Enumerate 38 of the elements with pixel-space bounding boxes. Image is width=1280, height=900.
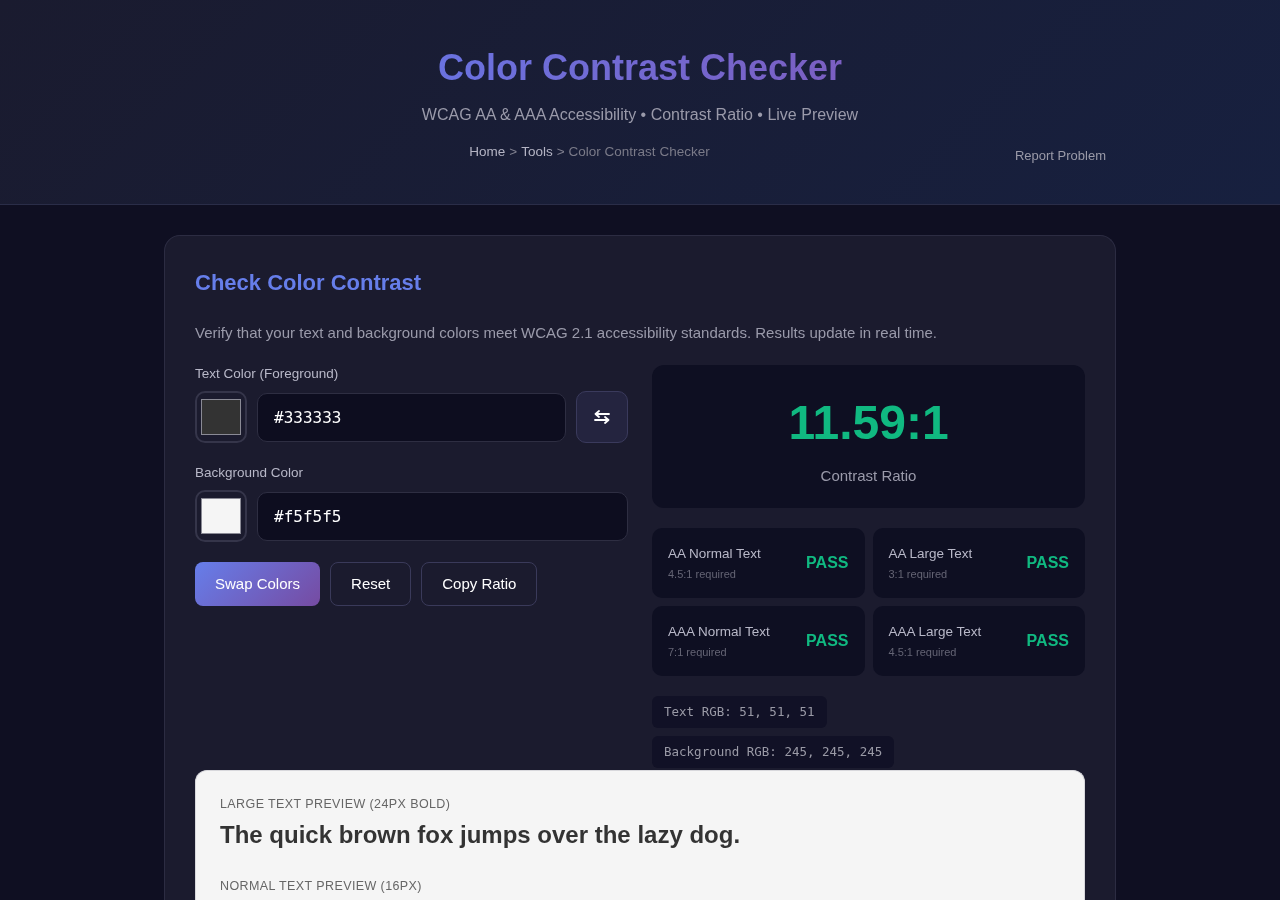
hex-color-field[interactable]: #333333 xyxy=(257,392,566,442)
section-title: Check Color Contrast xyxy=(195,269,423,297)
hex-color-field[interactable]: #f5f5f5 xyxy=(257,491,628,541)
preview-label: LARGE TEXT PREVIEW (24PX BOLD) xyxy=(220,796,452,813)
color-picker[interactable] xyxy=(195,490,247,542)
result-name: AA Large Text xyxy=(888,545,973,562)
swap-button[interactable] xyxy=(576,391,628,443)
rgb-readout: Text RGB: 51, 51, 51 xyxy=(652,696,827,728)
breadcrumb-current: Color Contrast Checker xyxy=(568,143,710,161)
result-status: PASS xyxy=(1026,553,1069,573)
contrast-ratio-caption: Contrast Ratio xyxy=(820,466,917,486)
result-requirement: 7:1 required xyxy=(668,645,728,659)
action-button[interactable]: Copy Ratio xyxy=(421,562,538,606)
color-picker[interactable] xyxy=(195,391,247,443)
preview-sample-text: The quick brown fox jumps over the lazy dog. xyxy=(220,820,741,850)
result-name: AAA Large Text xyxy=(888,623,982,640)
swap-colors-button[interactable]: Swap Colors xyxy=(195,562,321,606)
rgb-readout: Background RGB: 245, 245, 245 xyxy=(652,736,895,768)
field-label: Background Color xyxy=(195,464,305,482)
page-subtitle: WCAG AA & AAA Accessibility • Contrast Ratio • Live Preview xyxy=(420,105,860,125)
result-name: AAA Normal Text xyxy=(668,623,770,640)
report-problem-link[interactable]: Report Problem xyxy=(1014,148,1106,164)
breadcrumb-link[interactable]: Tools xyxy=(521,142,553,162)
result-status: PASS xyxy=(806,553,849,573)
section-description: Verify that your text and background colors meet WCAG 2.1 accessibility standards. Results update in real time. xyxy=(195,323,939,343)
result-requirement: 3:1 required xyxy=(888,567,949,581)
swap-arrows-icon xyxy=(594,410,610,424)
breadcrumb-link[interactable]: Home xyxy=(469,142,506,162)
breadcrumb-separator: > xyxy=(509,143,518,161)
field-label: Text Color (Foreground) xyxy=(195,365,340,383)
result-status: PASS xyxy=(1026,631,1069,651)
result-status: PASS xyxy=(806,631,849,651)
contrast-ratio-value: 11.59:1 xyxy=(787,396,950,449)
result-requirement: 4.5:1 required xyxy=(888,645,958,659)
breadcrumb-separator: > xyxy=(556,143,565,161)
result-requirement: 4.5:1 required xyxy=(668,567,737,581)
action-button[interactable]: Reset xyxy=(330,562,412,606)
result-name: AA Normal Text xyxy=(668,545,761,562)
